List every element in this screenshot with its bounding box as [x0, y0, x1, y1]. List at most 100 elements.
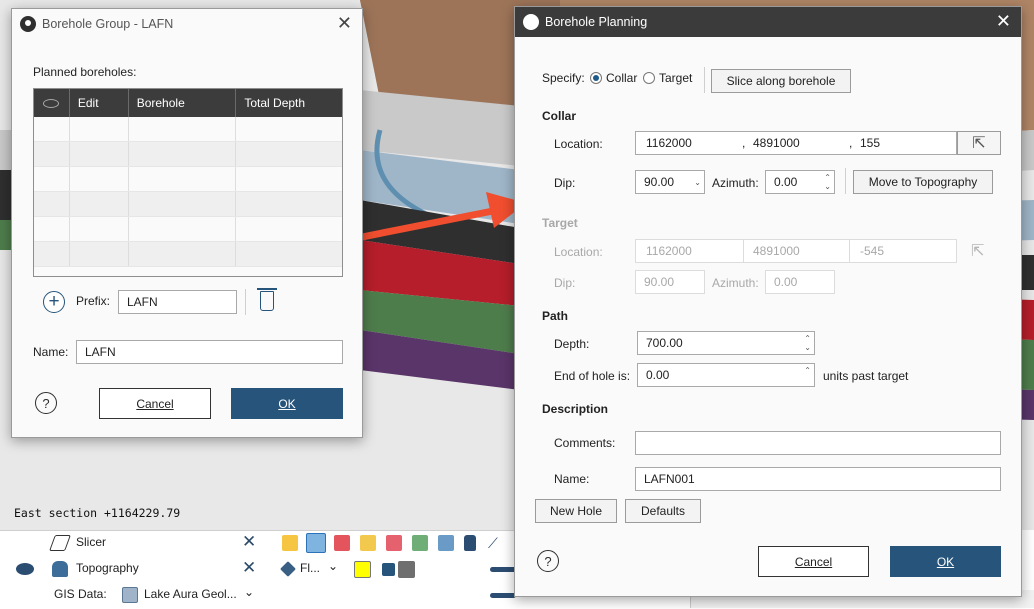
radio-collar-label[interactable]: Collar — [606, 71, 637, 85]
prefix-input[interactable]: LAFN — [118, 290, 237, 314]
add-borehole-button[interactable]: + — [43, 291, 65, 313]
fill-bucket-icon[interactable] — [280, 561, 296, 577]
table-row[interactable] — [34, 142, 342, 167]
section-label: East section +1164229.79 — [14, 506, 181, 520]
collar-location-input[interactable]: 1162000 , 4891000 , 155 — [635, 131, 957, 155]
help-button[interactable]: ? — [537, 550, 559, 572]
table-row[interactable] — [34, 242, 342, 267]
cancel-button[interactable]: Cancel — [758, 546, 869, 577]
collar-heading: Collar — [542, 109, 577, 123]
help-button[interactable]: ? — [35, 392, 57, 414]
table-row[interactable] — [34, 192, 342, 217]
opacity-slider[interactable] — [490, 567, 516, 572]
dialog-title: Borehole Planning — [545, 15, 648, 29]
target-azimuth-label: Azimuth: — [712, 276, 759, 290]
table-row[interactable] — [34, 167, 342, 192]
spinner-icon[interactable]: ⌃ ⌄ — [804, 334, 811, 352]
slice-tool-icon[interactable]: ⟋ — [488, 535, 504, 551]
ok-button[interactable]: OK — [890, 546, 1001, 577]
cube-green-icon[interactable] — [412, 535, 428, 551]
target-dip-input: 90.00 — [635, 270, 705, 294]
name-label: Name: — [33, 345, 69, 359]
path-heading: Path — [542, 309, 569, 323]
target-y: 4891000 — [753, 244, 800, 258]
plus-icon: + — [48, 291, 60, 312]
target-x: 1162000 — [646, 244, 692, 258]
cube-blue-icon[interactable] — [306, 533, 326, 553]
column-borehole[interactable]: Borehole — [129, 89, 237, 117]
chevron-up-icon[interactable]: ⌃ — [804, 366, 811, 375]
cancel-label: Cancel — [136, 396, 174, 411]
chevron-down-icon[interactable]: ⌄ — [244, 585, 254, 599]
chevron-down-icon[interactable]: ⌄ — [328, 559, 338, 573]
gis-value[interactable]: Lake Aura Geol... — [144, 587, 237, 601]
close-icon[interactable]: ✕ — [337, 13, 352, 34]
color-swatch-grey[interactable] — [398, 561, 415, 578]
table-row[interactable] — [34, 117, 342, 142]
planned-boreholes-table[interactable]: Edit Borehole Total Depth — [33, 88, 343, 277]
cube-red-icon[interactable] — [334, 535, 350, 551]
depth-input[interactable]: 700.00 ⌃ ⌄ — [637, 331, 815, 355]
specify-label: Specify: — [542, 71, 585, 85]
cube-yellow-icon[interactable] — [282, 535, 298, 551]
table-body — [34, 117, 342, 267]
collar-dip-input[interactable]: 90.00 ⌄ — [635, 170, 705, 194]
new-hole-button[interactable]: New Hole — [535, 499, 617, 523]
color-swatch-yellow[interactable] — [354, 561, 371, 578]
name-input[interactable]: LAFN — [76, 340, 343, 364]
close-icon[interactable]: ✕ — [242, 532, 256, 552]
move-to-topography-button[interactable]: Move to Topography — [853, 170, 993, 194]
cube-pink-icon[interactable] — [386, 535, 402, 551]
slice-along-borehole-button[interactable]: Slice along borehole — [711, 69, 851, 93]
end-of-hole-value: 0.00 — [646, 368, 670, 382]
close-icon[interactable]: ✕ — [996, 11, 1011, 32]
collar-location-label: Location: — [554, 137, 603, 151]
collar-y[interactable]: 4891000 — [753, 136, 800, 150]
column-total-depth[interactable]: Total Depth — [236, 89, 342, 117]
style-label[interactable]: Fl... — [300, 561, 320, 575]
prefix-label: Prefix: — [76, 294, 111, 308]
borehole-name-input[interactable]: LAFN001 — [635, 467, 1001, 491]
borehole-group-dialog: Borehole Group - LAFN ✕ Planned borehole… — [11, 8, 363, 438]
radio-collar[interactable] — [590, 72, 602, 84]
target-heading: Target — [542, 216, 578, 230]
chevron-down-icon[interactable]: ⌄ — [694, 178, 701, 187]
tree-label-gis: GIS Data: — [54, 587, 107, 601]
checkbox-icon[interactable] — [382, 563, 395, 576]
collar-dip-label: Dip: — [554, 176, 576, 190]
divider — [245, 289, 246, 315]
visibility-column-header[interactable] — [34, 89, 70, 117]
opacity-slider[interactable] — [490, 593, 516, 598]
lock-icon[interactable] — [464, 535, 476, 551]
defaults-button[interactable]: Defaults — [625, 499, 701, 523]
column-edit[interactable]: Edit — [70, 89, 129, 117]
divider — [704, 67, 705, 93]
table-row[interactable] — [34, 217, 342, 242]
radio-target-label[interactable]: Target — [659, 71, 692, 85]
radio-target[interactable] — [643, 72, 655, 84]
collar-z[interactable]: 155 — [860, 136, 880, 150]
image-icon — [122, 587, 138, 603]
end-of-hole-input[interactable]: 0.00 ⌃ — [637, 363, 815, 387]
spinner-icon[interactable]: ⌃ ⌄ — [824, 173, 831, 191]
cancel-button[interactable]: Cancel — [99, 388, 211, 419]
collar-azimuth-input[interactable]: 0.00 ⌃ ⌄ — [765, 170, 835, 194]
eye-off-icon — [43, 98, 60, 108]
ok-label: OK — [278, 396, 296, 411]
eye-icon[interactable] — [16, 563, 34, 575]
cube-gold-icon[interactable] — [360, 535, 376, 551]
comments-input[interactable] — [635, 431, 1001, 455]
pick-location-button[interactable]: ⇱ — [957, 131, 1001, 155]
app-logo-icon — [20, 16, 36, 32]
delete-borehole-button[interactable] — [257, 288, 277, 311]
question-icon: ? — [42, 395, 50, 411]
description-heading: Description — [542, 402, 609, 416]
close-icon[interactable]: ✕ — [242, 558, 256, 578]
comments-label: Comments: — [554, 436, 616, 450]
cube-lightblue-icon[interactable] — [438, 535, 454, 551]
ok-label: OK — [936, 554, 955, 569]
collar-x[interactable]: 1162000 — [646, 136, 692, 150]
target-dip-label: Dip: — [554, 276, 576, 290]
table-header: Edit Borehole Total Depth — [34, 89, 342, 117]
ok-button[interactable]: OK — [231, 388, 343, 419]
